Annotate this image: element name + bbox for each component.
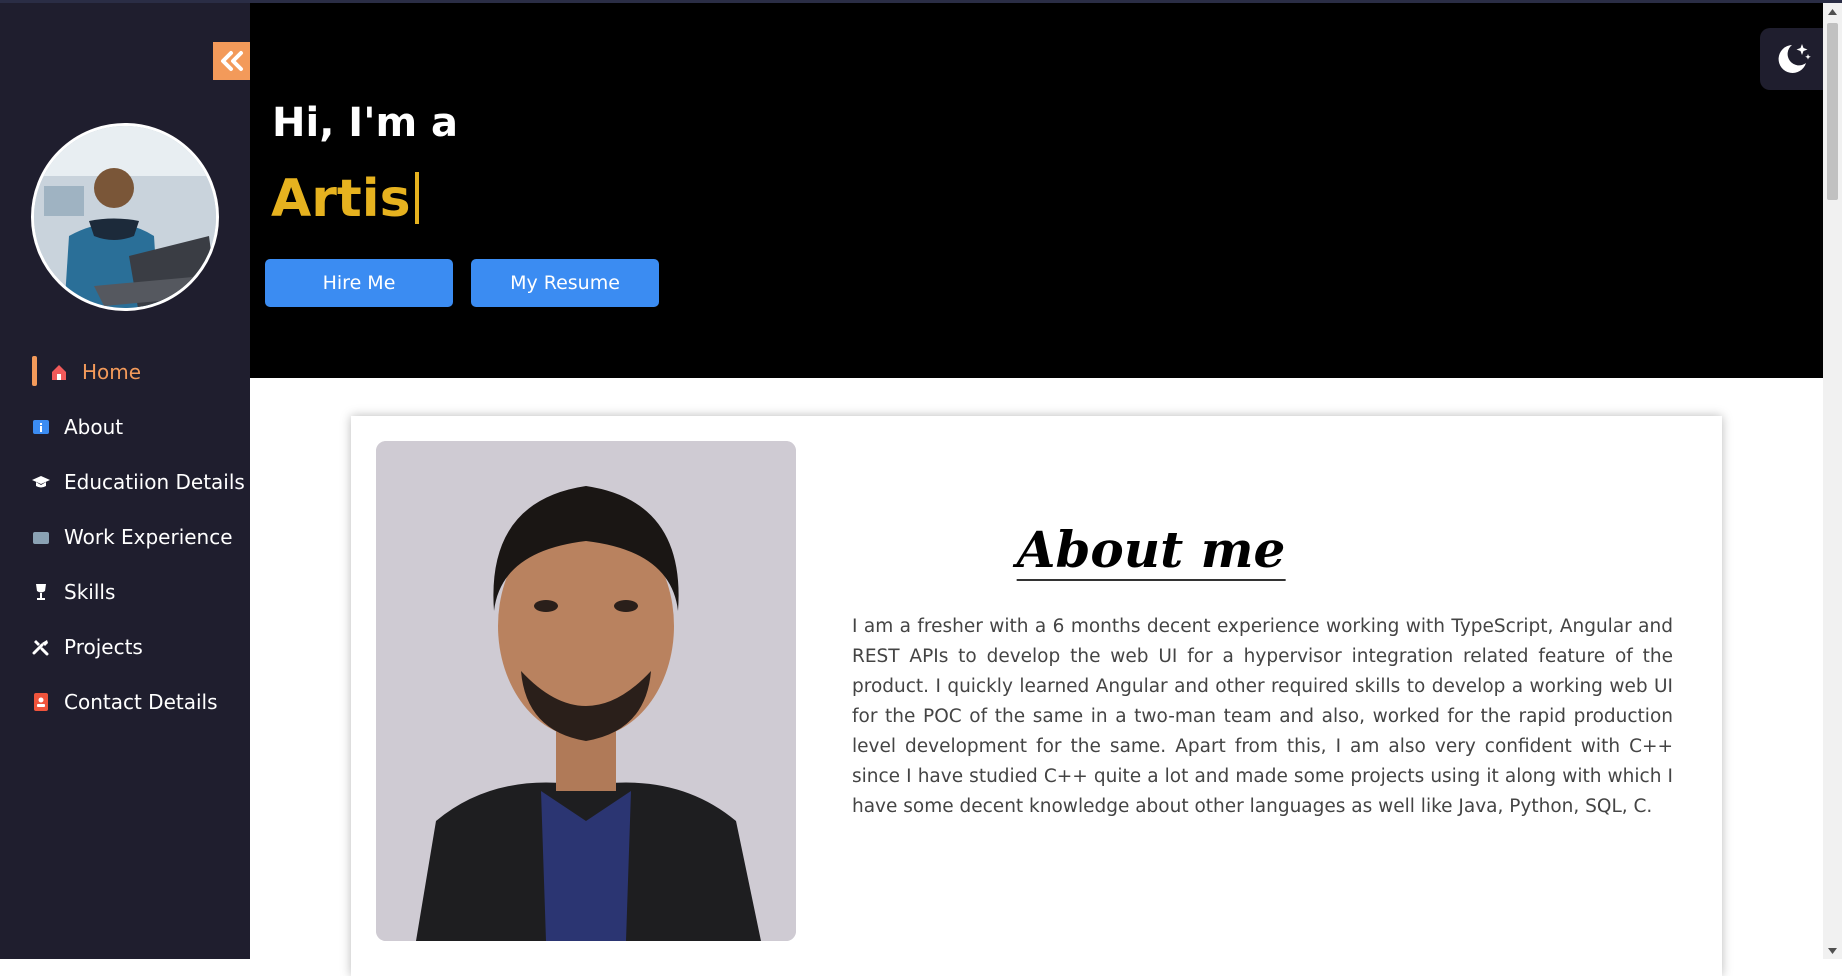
sidebar-item-about[interactable]: About	[0, 399, 250, 454]
moon-stars-icon	[1778, 44, 1811, 73]
theme-toggle-button[interactable]	[1760, 28, 1823, 90]
sidebar-item-label: Projects	[64, 634, 143, 659]
sidebar-item-projects[interactable]: Projects	[0, 619, 250, 674]
profile-avatar	[31, 123, 219, 311]
briefcase-icon	[32, 528, 50, 546]
sidebar-item-skills[interactable]: Skills	[0, 564, 250, 619]
sidebar-nav: Home About Educatiion Details Work Exper…	[0, 344, 250, 729]
sidebar-item-work-experience[interactable]: Work Experience	[0, 509, 250, 564]
about-card: About me I am a fresher with a 6 months …	[351, 416, 1722, 976]
sidebar-item-label: Home	[82, 359, 142, 384]
graduation-cap-icon	[32, 473, 50, 491]
hire-me-button[interactable]: Hire Me	[265, 259, 453, 307]
info-icon	[32, 418, 50, 436]
scroll-up-arrow-icon[interactable]	[1823, 3, 1842, 20]
hero-typed-role: Artis	[271, 169, 419, 229]
home-icon	[50, 363, 68, 381]
hero-greeting: Hi, I'm a	[272, 100, 459, 146]
typing-caret	[414, 172, 419, 224]
sidebar: Home About Educatiion Details Work Exper…	[0, 3, 250, 959]
sidebar-item-label: Contact Details	[64, 689, 218, 714]
about-description: I am a fresher with a 6 months decent ex…	[852, 616, 1673, 817]
sidebar-item-contact-details[interactable]: Contact Details	[0, 674, 250, 729]
scroll-down-arrow-icon[interactable]	[1823, 942, 1842, 959]
sidebar-item-home[interactable]: Home	[0, 344, 250, 399]
sidebar-collapse-button[interactable]	[213, 42, 250, 80]
portrait-photo	[376, 441, 796, 941]
about-title: About me	[1016, 520, 1286, 581]
hero-section: Hi, I'm a Artis Hire Me My Resume	[250, 3, 1823, 378]
sidebar-item-education[interactable]: Educatiion Details	[0, 454, 250, 509]
vertical-scrollbar[interactable]	[1823, 3, 1842, 959]
my-resume-button[interactable]: My Resume	[471, 259, 659, 307]
sidebar-item-label: Educatiion Details	[64, 469, 245, 494]
sidebar-item-label: Skills	[64, 579, 116, 604]
sidebar-item-label: Work Experience	[64, 524, 233, 549]
typed-text: Artis	[271, 169, 411, 229]
scrollbar-thumb[interactable]	[1827, 23, 1838, 200]
tools-icon	[32, 638, 50, 656]
double-chevron-left-icon	[220, 51, 243, 71]
sidebar-item-label: About	[64, 414, 124, 439]
trophy-icon	[32, 583, 50, 601]
contact-book-icon	[32, 692, 50, 711]
